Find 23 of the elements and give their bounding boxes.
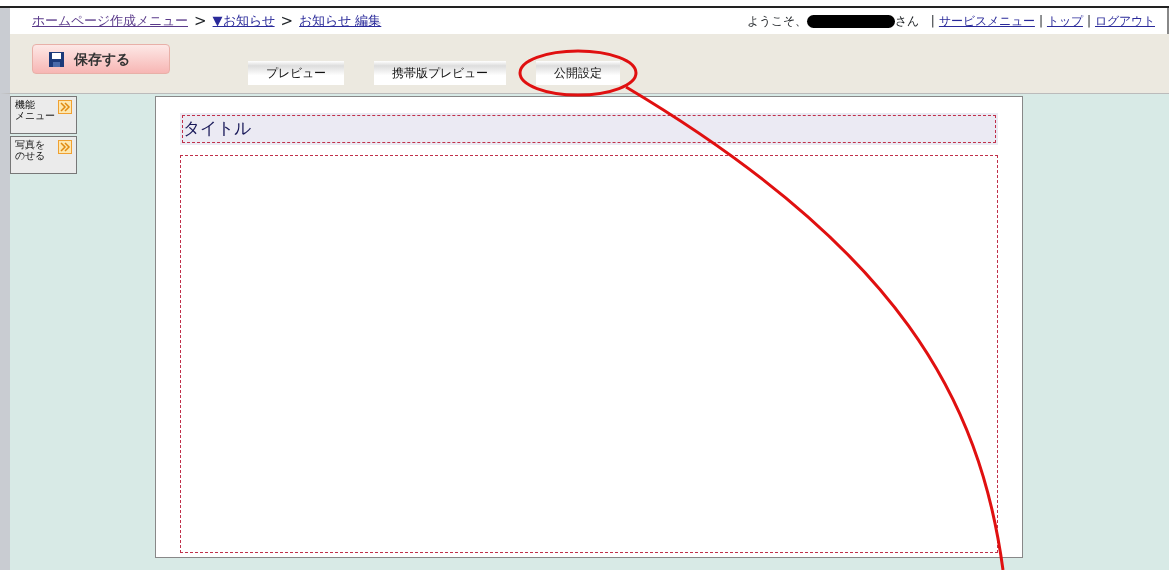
breadcrumb-separator: >: [194, 10, 207, 32]
toolbar-button[interactable]: 公開設定: [536, 61, 620, 85]
side-tab[interactable]: 写真を のせる: [10, 136, 77, 174]
breadcrumb-link[interactable]: お知らせ 編集: [299, 11, 382, 31]
header-link[interactable]: トップ: [1046, 12, 1083, 30]
content-area[interactable]: [180, 155, 998, 553]
header-link[interactable]: サービスメニュー: [938, 12, 1035, 30]
header-link[interactable]: ログアウト: [1095, 12, 1155, 30]
breadcrumb-link[interactable]: ホームページ作成メニュー: [32, 11, 188, 31]
save-button[interactable]: 保存する: [32, 44, 170, 74]
separator-text: |: [1038, 13, 1043, 30]
separator-text: |: [930, 13, 935, 30]
welcome-text: ようこそ、: [746, 13, 807, 30]
honorific-text: さん: [894, 13, 919, 30]
title-field[interactable]: タイトル: [182, 115, 996, 143]
double-chevron-icon: [58, 140, 72, 154]
side-tab[interactable]: 機能 メニュー: [10, 96, 77, 134]
double-chevron-icon: [58, 100, 72, 114]
toolbar-button[interactable]: 携帯版プレビュー: [374, 61, 506, 85]
breadcrumb-separator: >: [280, 10, 294, 32]
toolbar-button[interactable]: プレビュー: [248, 61, 344, 85]
separator-text: |: [1086, 13, 1091, 30]
breadcrumb-link[interactable]: ▼お知らせ: [212, 11, 275, 31]
